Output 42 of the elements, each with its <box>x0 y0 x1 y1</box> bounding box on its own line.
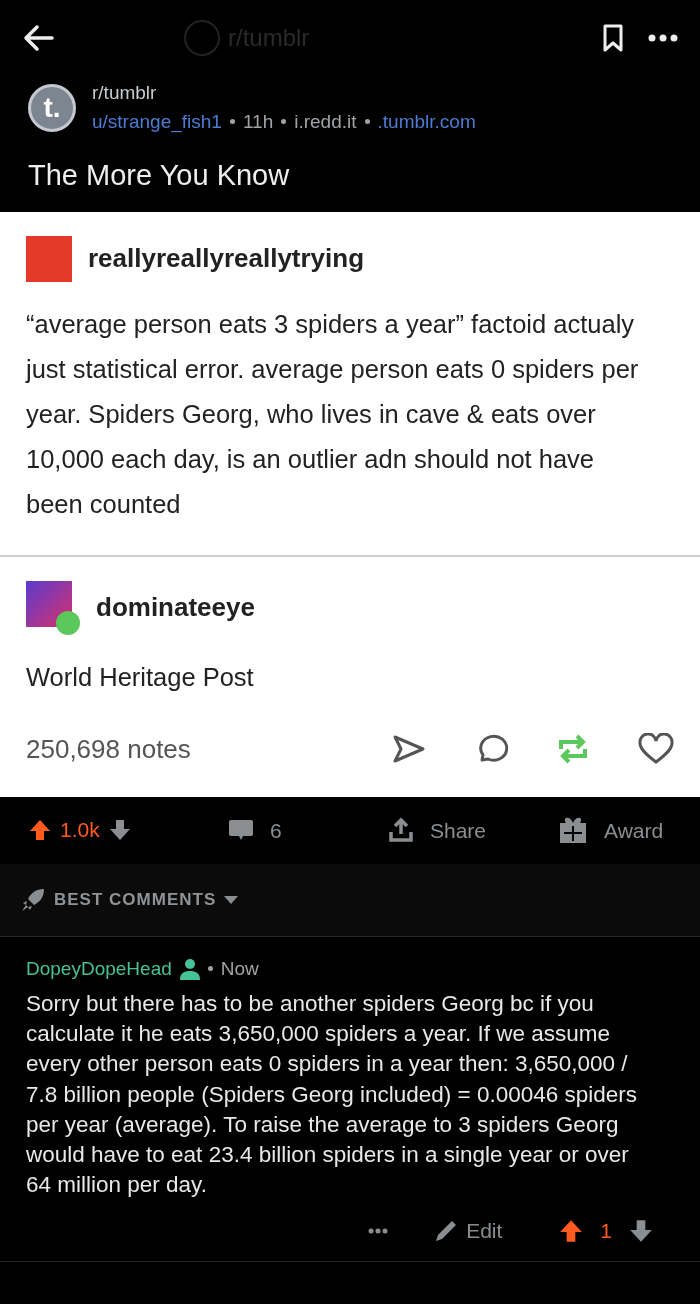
separator-dot <box>364 119 370 125</box>
separator-dot <box>229 119 235 125</box>
subreddit-avatar <box>184 19 220 56</box>
caret-icon <box>224 895 239 904</box>
bookmark-icon[interactable] <box>602 23 624 52</box>
send-icon <box>392 734 426 764</box>
post-age: 11h <box>242 109 274 134</box>
separator-dot <box>207 966 213 972</box>
subreddit-avatar[interactable]: t. <box>28 83 76 132</box>
comment-icon <box>228 818 254 842</box>
post-text: World Heritage Post <box>26 661 255 693</box>
more-icon[interactable] <box>648 33 678 42</box>
link-domain[interactable]: .tumblr.com <box>377 107 476 136</box>
upvote-button[interactable] <box>28 818 52 842</box>
edit-button[interactable]: Edit <box>434 1218 503 1243</box>
user-icon <box>179 957 200 980</box>
more-icon[interactable] <box>368 1227 389 1234</box>
post-text: “average person eats 3 spiders a year” factoid actualy just statistical error. average person eats 0 spiders per year. Spiders Georg, who lives in cave & eats over 10,000 each day, is an outlier adn should not have been counted <box>26 308 640 520</box>
separator-dot <box>281 119 287 125</box>
author-link[interactable]: u/strange_fish1 <box>92 107 222 136</box>
downvote-button[interactable] <box>628 1217 654 1244</box>
share-button[interactable]: Share <box>388 817 558 843</box>
gift-icon <box>558 815 588 845</box>
sort-dropdown[interactable]: BEST COMMENTS <box>20 886 239 913</box>
comment-text: Sorry but there has to be another spiders Georg bc if you calculate it he eats 3,650,000 spiders a year. If we assume every other person eats 0 spiders in a year then: 3,650,000 / 7.8 billion people (Spiders Georg included) = 0.00046 spiders per year (average). To raise the average to 3 spiders Georg would have to eat 23.4 billion spiders in a single year or over 64 million per day. <box>26 990 638 1200</box>
award-button[interactable]: Award <box>558 815 664 845</box>
downvote-button[interactable] <box>107 818 132 842</box>
comment-author[interactable]: DopeyDopeHead <box>26 954 172 983</box>
pencil-icon <box>434 1218 459 1243</box>
vote-score: 1 <box>600 1218 612 1245</box>
comments-button[interactable]: 6 <box>228 818 388 842</box>
comment-time: Now <box>220 956 259 981</box>
vote-score: 1.0k <box>60 817 100 844</box>
rocket-icon <box>20 886 46 913</box>
notes-count: 250,698 notes <box>26 732 191 766</box>
share-icon <box>388 817 414 843</box>
blog-name: dominateeye <box>96 591 255 624</box>
back-button[interactable] <box>22 23 54 52</box>
post-title: The More You Know <box>28 158 291 193</box>
subreddit-name[interactable]: r/tumblr <box>92 79 476 108</box>
blog-name: reallyreallyreallytrying <box>88 242 365 275</box>
post-domain: i.redd.it <box>294 109 357 134</box>
